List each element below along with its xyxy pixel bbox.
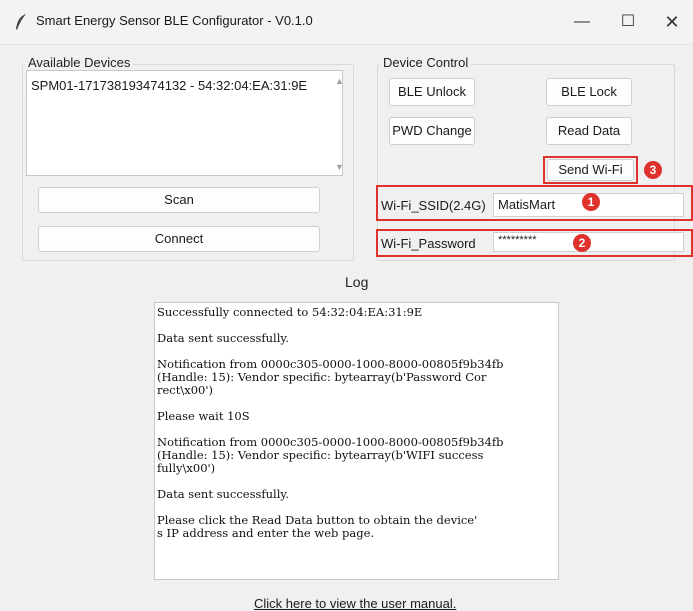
minimize-icon[interactable]: — [562,8,602,36]
device-list-scrollbar[interactable]: ▲ ▼ [330,70,348,174]
scroll-down-arrow-icon[interactable]: ▼ [335,162,344,172]
log-line: Notification from 0000c305-0000-1000-800… [157,435,504,475]
log-line: Please wait 10S [157,409,250,423]
user-manual-link[interactable]: Click here to view the user manual. [254,596,456,611]
step-1-badge: 1 [582,193,600,211]
log-title: Log [345,274,369,290]
step-2-badge: 2 [573,234,591,252]
device-listbox[interactable]: SPM01-171738193474132 - 54:32:04:EA:31:9… [26,70,343,176]
log-textarea[interactable]: Successfully connected to 54:32:04:EA:31… [154,302,559,580]
read-data-button[interactable]: Read Data [546,117,632,145]
ble-lock-button[interactable]: BLE Lock [546,78,632,106]
send-wifi-button[interactable]: Send Wi-Fi [547,159,634,181]
log-line: Data sent successfully. [157,487,290,501]
close-icon[interactable]: ✕ [652,8,692,36]
ssid-value: MatisMart [498,197,556,212]
ble-unlock-button[interactable]: BLE Unlock [389,78,475,106]
ssid-label: Wi-Fi_SSID(2.4G) [381,198,486,213]
password-label: Wi-Fi_Password [381,236,476,251]
log-line: Successfully connected to 54:32:04:EA:31… [157,305,423,319]
pwd-change-button[interactable]: PWD Change [389,117,475,145]
device-control-label: Device Control [380,55,472,70]
log-line: Notification from 0000c305-0000-1000-800… [157,357,504,397]
title-bar[interactable]: Smart Energy Sensor BLE Configurator - V… [0,0,693,45]
feather-icon [16,14,26,30]
password-value: ********* [498,234,537,246]
log-line: Data sent successfully. [157,331,290,345]
scroll-up-arrow-icon[interactable]: ▲ [335,76,344,86]
log-line: Please click the Read Data button to obt… [157,513,478,540]
step-3-badge: 3 [644,161,662,179]
window-title: Smart Energy Sensor BLE Configurator - V… [36,13,313,28]
connect-button[interactable]: Connect [38,226,320,252]
scan-button[interactable]: Scan [38,187,320,213]
available-devices-label: Available Devices [25,55,134,70]
device-list-item[interactable]: SPM01-171738193474132 - 54:32:04:EA:31:9… [31,78,307,93]
maximize-icon[interactable]: ☐ [608,8,648,36]
